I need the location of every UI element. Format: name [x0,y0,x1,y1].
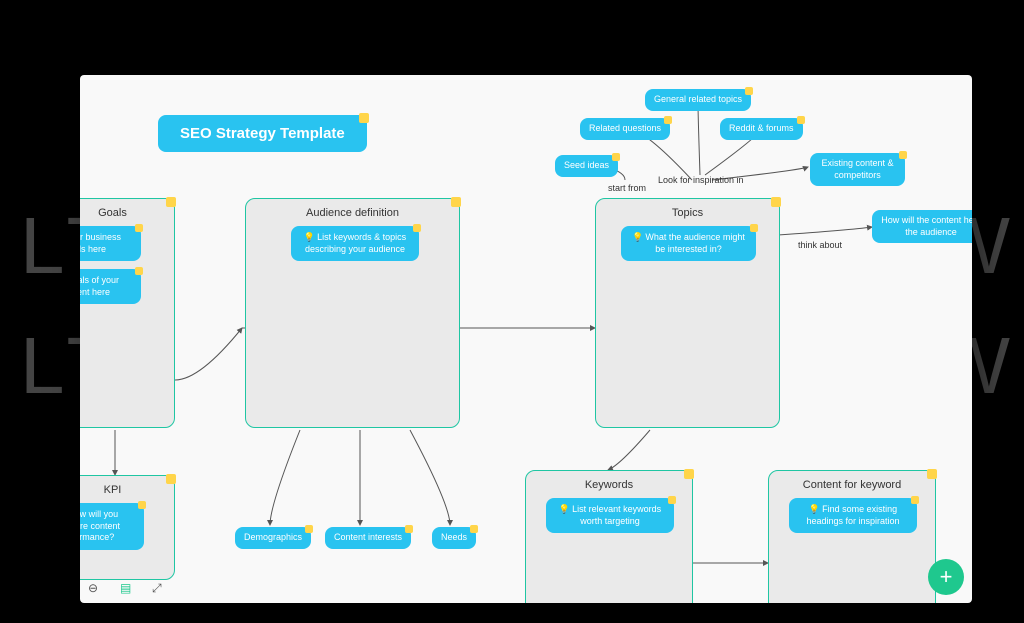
expand-icon[interactable]: ⤢ [152,581,168,597]
note-icon [911,496,919,504]
note-icon [797,116,805,124]
node-content-help[interactable]: How will the content help the audience [872,210,972,243]
canvas-wrap: SEO Strategy Template Goals List your bu… [80,75,972,603]
note-icon [771,197,781,207]
panel-goals[interactable]: Goals List your business goals here List… [80,198,175,428]
panel-content-title: Content for keyword [769,479,935,491]
diagram-title[interactable]: SEO Strategy Template [158,115,367,152]
note-icon [135,224,143,232]
note-icon [470,525,478,533]
note-icon [750,224,758,232]
node-existing-content[interactable]: Existing content & competitors [810,153,905,186]
node-general-topics[interactable]: General related topics [645,89,751,111]
list-icon[interactable]: ▤ [120,581,136,597]
note-icon [305,525,313,533]
panel-audience[interactable]: Audience definition List keywords & topi… [245,198,460,428]
note-icon [668,496,676,504]
node-keywords-target[interactable]: List relevant keywords worth targeting [546,498,674,533]
node-needs[interactable]: Needs [432,527,476,549]
panel-keywords-title: Keywords [526,479,692,491]
note-icon [166,474,176,484]
note-icon [927,469,937,479]
node-content-goals[interactable]: List goals of your content here [80,269,141,304]
panel-audience-title: Audience definition [246,207,459,219]
node-business-goals[interactable]: List your business goals here [80,226,141,261]
node-content-interests[interactable]: Content interests [325,527,411,549]
panel-content[interactable]: Content for keyword Find some existing h… [768,470,936,603]
label-look-for: Look for inspiration in [658,175,744,185]
note-icon [359,113,369,123]
note-icon [684,469,694,479]
title-text: SEO Strategy Template [180,125,345,142]
note-icon [745,87,753,95]
diagram-canvas[interactable]: SEO Strategy Template Goals List your bu… [80,75,972,603]
panel-kpi-title: KPI [80,484,174,496]
panel-goals-title: Goals [80,207,174,219]
note-icon [135,267,143,275]
note-icon [138,501,146,509]
node-seed-ideas[interactable]: Seed ideas [555,155,618,177]
add-button[interactable]: + [928,559,964,595]
panel-keywords[interactable]: Keywords List relevant keywords worth ta… [525,470,693,603]
label-think-about: think about [798,240,842,250]
note-icon [166,197,176,207]
panel-kpi[interactable]: KPI How will you measure content perform… [80,475,175,580]
node-content-headings[interactable]: Find some existing headings for inspirat… [789,498,917,533]
node-related-questions[interactable]: Related questions [580,118,670,140]
node-kpi-measure[interactable]: How will you measure content performance… [80,503,144,550]
zoom-out-icon[interactable]: ⊖ [88,581,104,597]
note-icon [612,153,620,161]
panel-topics[interactable]: Topics What the audience might be intere… [595,198,780,428]
node-audience-keywords[interactable]: List keywords & topics describing your a… [291,226,419,261]
note-icon [664,116,672,124]
node-reddit-forums[interactable]: Reddit & forums [720,118,803,140]
note-icon [899,151,907,159]
node-demographics[interactable]: Demographics [235,527,311,549]
note-icon [405,525,413,533]
note-icon [451,197,461,207]
note-icon [413,224,421,232]
panel-topics-title: Topics [596,207,779,219]
label-start-from: start from [608,183,646,193]
node-topics-interest[interactable]: What the audience might be interested in… [621,226,756,261]
